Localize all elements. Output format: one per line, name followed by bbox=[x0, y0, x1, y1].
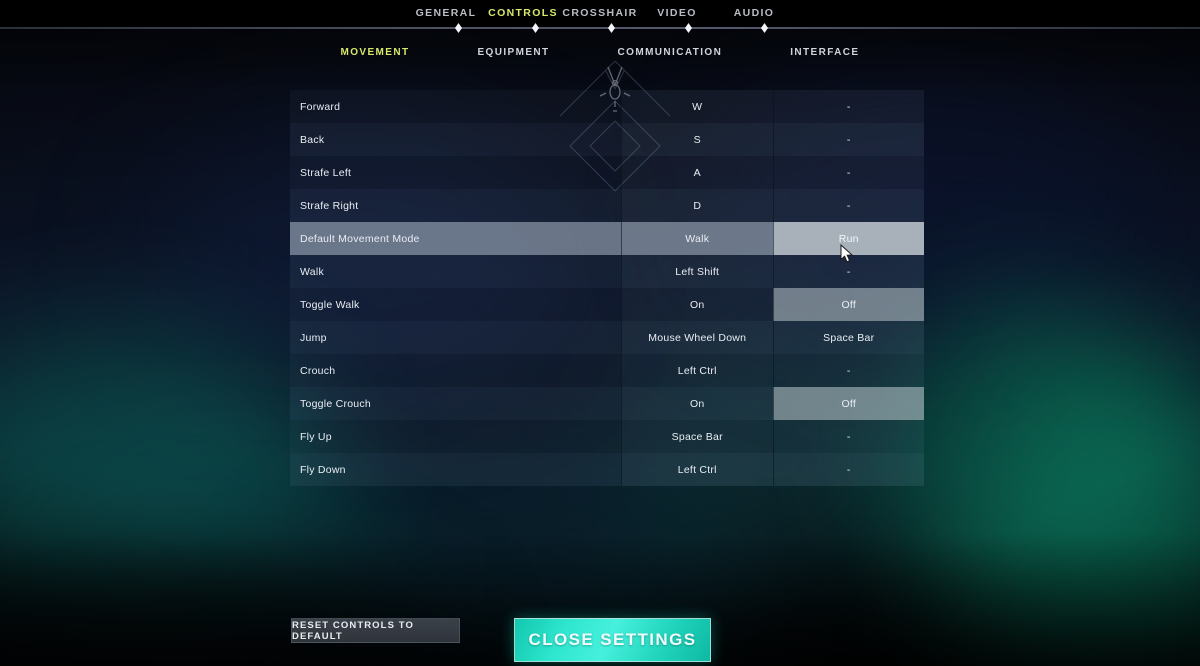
binding-action-label: Strafe Left bbox=[290, 156, 621, 189]
table-row[interactable]: Strafe Left A - bbox=[290, 156, 924, 189]
binding-action-label: Jump bbox=[290, 321, 621, 354]
subtab-interface[interactable]: INTERFACE bbox=[790, 47, 859, 58]
table-row[interactable]: Crouch Left Ctrl - bbox=[290, 354, 924, 387]
binding-primary-cell[interactable]: Left Shift bbox=[621, 255, 773, 288]
table-row[interactable]: Default Movement Mode Walk Run bbox=[290, 222, 924, 255]
binding-action-label: Forward bbox=[290, 90, 621, 123]
tab-crosshair[interactable]: CROSSHAIR bbox=[562, 0, 639, 27]
binding-primary-cell[interactable]: S bbox=[621, 123, 773, 156]
close-settings-button[interactable]: CLOSE SETTINGS bbox=[514, 618, 711, 662]
keybindings-table: Forward W - Back S - Strafe Left A - Strafe Right… bbox=[290, 90, 924, 486]
tab-general[interactable]: GENERAL bbox=[408, 0, 485, 27]
tab-video[interactable]: VIDEO bbox=[639, 0, 716, 27]
mouse-cursor-icon bbox=[840, 244, 854, 263]
binding-primary-cell[interactable]: W bbox=[621, 90, 773, 123]
binding-action-label: Toggle Walk bbox=[290, 288, 621, 321]
binding-primary-cell[interactable]: On bbox=[621, 387, 773, 420]
binding-secondary-cell[interactable]: - bbox=[772, 90, 924, 123]
binding-secondary-cell[interactable]: - bbox=[772, 156, 924, 189]
table-row[interactable]: Forward W - bbox=[290, 90, 924, 123]
binding-secondary-cell[interactable]: Space Bar bbox=[772, 321, 924, 354]
binding-action-label: Walk bbox=[290, 255, 621, 288]
reset-controls-button[interactable]: RESET CONTROLS TO DEFAULT bbox=[291, 618, 460, 643]
nav-divider-line bbox=[0, 27, 1200, 29]
table-row[interactable]: Strafe Right D - bbox=[290, 189, 924, 222]
binding-action-label: Crouch bbox=[290, 354, 621, 387]
binding-primary-cell[interactable]: Left Ctrl bbox=[621, 354, 773, 387]
sub-nav-tabs: MOVEMENT EQUIPMENT COMMUNICATION INTERFA… bbox=[0, 40, 1200, 64]
tab-controls[interactable]: CONTROLS bbox=[485, 0, 562, 27]
table-row[interactable]: Fly Up Space Bar - bbox=[290, 420, 924, 453]
table-row[interactable]: Fly Down Left Ctrl - bbox=[290, 453, 924, 486]
binding-secondary-cell[interactable]: - bbox=[772, 453, 924, 486]
binding-primary-cell[interactable]: Space Bar bbox=[621, 420, 773, 453]
top-nav-tabs: GENERAL CONTROLS CROSSHAIR VIDEO AUDIO bbox=[0, 0, 1200, 27]
binding-primary-cell[interactable]: Left Ctrl bbox=[621, 453, 773, 486]
binding-secondary-cell[interactable]: Off bbox=[772, 288, 924, 321]
binding-secondary-cell[interactable]: - bbox=[772, 420, 924, 453]
table-row[interactable]: Toggle Walk On Off bbox=[290, 288, 924, 321]
binding-action-label: Back bbox=[290, 123, 621, 156]
binding-secondary-cell[interactable]: - bbox=[772, 354, 924, 387]
binding-secondary-cell[interactable]: Off bbox=[772, 387, 924, 420]
settings-screen: GENERAL CONTROLS CROSSHAIR VIDEO AUDIO M… bbox=[0, 0, 1200, 666]
subtab-movement[interactable]: MOVEMENT bbox=[341, 47, 410, 58]
binding-primary-cell[interactable]: A bbox=[621, 156, 773, 189]
binding-action-label: Toggle Crouch bbox=[290, 387, 621, 420]
binding-action-label: Fly Up bbox=[290, 420, 621, 453]
top-nav-bar: GENERAL CONTROLS CROSSHAIR VIDEO AUDIO bbox=[0, 0, 1200, 27]
tab-audio[interactable]: AUDIO bbox=[716, 0, 793, 27]
binding-secondary-cell[interactable]: - bbox=[772, 189, 924, 222]
binding-primary-cell[interactable]: Mouse Wheel Down bbox=[621, 321, 773, 354]
binding-action-label: Strafe Right bbox=[290, 189, 621, 222]
table-row[interactable]: Toggle Crouch On Off bbox=[290, 387, 924, 420]
binding-action-label: Fly Down bbox=[290, 453, 621, 486]
binding-primary-cell[interactable]: On bbox=[621, 288, 773, 321]
binding-primary-cell[interactable]: Walk bbox=[621, 222, 773, 255]
table-row[interactable]: Walk Left Shift - bbox=[290, 255, 924, 288]
binding-action-label: Default Movement Mode bbox=[290, 222, 621, 255]
binding-secondary-cell[interactable]: - bbox=[772, 123, 924, 156]
table-row[interactable]: Back S - bbox=[290, 123, 924, 156]
table-row[interactable]: Jump Mouse Wheel Down Space Bar bbox=[290, 321, 924, 354]
subtab-communication[interactable]: COMMUNICATION bbox=[618, 47, 723, 58]
binding-primary-cell[interactable]: D bbox=[621, 189, 773, 222]
subtab-equipment[interactable]: EQUIPMENT bbox=[477, 47, 549, 58]
